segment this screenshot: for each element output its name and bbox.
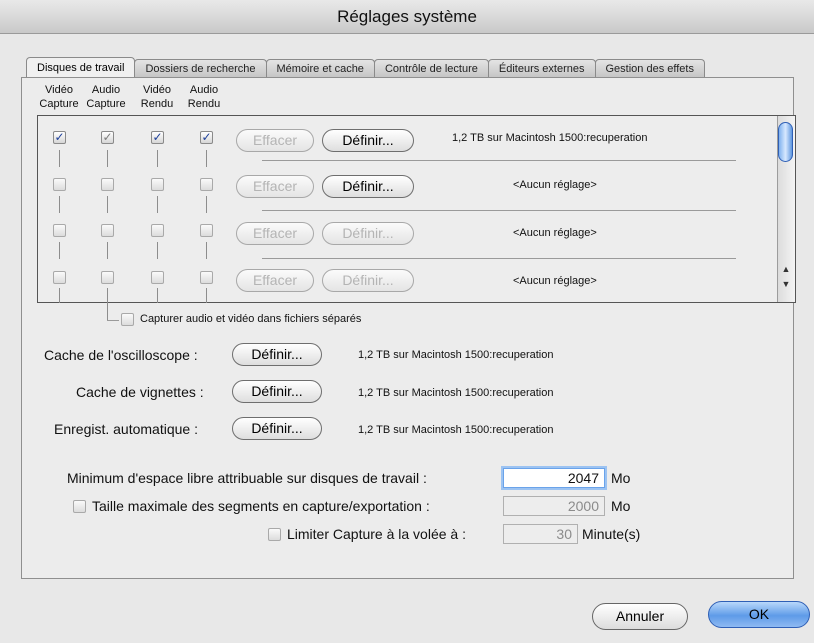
effacer-button[interactable]: Effacer (236, 175, 314, 198)
video-capture-checkbox[interactable] (53, 271, 66, 284)
waveform-cache-path: 1,2 TB sur Macintosh 1500:recuperation (358, 349, 554, 361)
audio-rendu-checkbox[interactable] (200, 224, 213, 237)
audio-rendu-checkbox[interactable] (200, 178, 213, 191)
definir-button[interactable]: Définir... (322, 129, 414, 152)
tab-memoire-et-cache[interactable]: Mémoire et cache (265, 59, 375, 78)
scratch-disk-path: <Aucun réglage> (513, 179, 597, 191)
column-header-line: Audio (91, 84, 121, 96)
scratch-disk-path: <Aucun réglage> (513, 275, 597, 287)
connector-line (59, 196, 60, 213)
tab-gestion-des-effets[interactable]: Gestion des effets (594, 59, 705, 78)
tab-controle-de-lecture[interactable]: Contrôle de lecture (373, 59, 489, 78)
waveform-cache-definir-button[interactable]: Définir... (232, 343, 322, 366)
audio-rendu-checkbox[interactable]: ✓ (200, 131, 213, 144)
definir-button[interactable]: Définir... (322, 175, 414, 198)
column-header-line: Rendu (140, 98, 174, 110)
waveform-cache-label: Cache de l'oscilloscope : (44, 347, 198, 363)
separate-files-label: Capturer audio et vidéo dans fichiers sé… (140, 313, 362, 325)
effacer-button[interactable]: Effacer (236, 129, 314, 152)
column-header-line: Audio (189, 84, 219, 96)
max-segment-checkbox[interactable] (73, 500, 86, 513)
audio-capture-checkbox[interactable] (101, 178, 114, 191)
video-rendu-checkbox[interactable] (151, 224, 164, 237)
definir-button[interactable]: Définir... (322, 269, 414, 292)
audio-capture-checkbox[interactable]: ✓ (101, 131, 114, 144)
row-separator (262, 210, 736, 211)
autosave-definir-button[interactable]: Définir... (232, 417, 322, 440)
limit-capture-label: Limiter Capture à la volée à : (287, 526, 466, 542)
separate-files-checkbox[interactable] (121, 313, 134, 326)
autosave-label: Enregist. automatique : (54, 421, 198, 437)
min-free-space-unit: Mo (611, 470, 631, 486)
connector-line (206, 288, 207, 303)
limit-capture-checkbox[interactable] (268, 528, 281, 541)
column-header-video-capture: Vidéo Capture (35, 83, 83, 111)
limit-capture-input[interactable]: 30 (503, 524, 578, 544)
tab-disques-de-travail[interactable]: Disques de travail (26, 57, 136, 78)
row-separator (262, 160, 736, 161)
scratch-disk-path: <Aucun réglage> (513, 227, 597, 239)
tab-editeurs-externes[interactable]: Éditeurs externes (487, 59, 596, 78)
min-free-space-input[interactable]: 2047 (503, 468, 605, 488)
limit-capture-unit: Minute(s) (582, 526, 641, 542)
audio-capture-checkbox[interactable] (101, 271, 114, 284)
video-capture-checkbox[interactable] (53, 224, 66, 237)
max-segment-input[interactable]: 2000 (503, 496, 605, 516)
connector-line (206, 196, 207, 213)
column-header-video-rendu: Vidéo Rendu (133, 83, 181, 111)
video-rendu-checkbox[interactable] (151, 178, 164, 191)
connector-line (157, 196, 158, 213)
connector-line (59, 150, 60, 167)
thumbnail-cache-definir-button[interactable]: Définir... (232, 380, 322, 403)
max-segment-unit: Mo (611, 498, 631, 514)
tab-dossiers-de-recherche[interactable]: Dossiers de recherche (134, 59, 267, 78)
column-header-line: Capture (86, 98, 126, 110)
video-capture-checkbox[interactable]: ✓ (53, 131, 66, 144)
scratch-disk-path: 1,2 TB sur Macintosh 1500:recuperation (452, 132, 648, 144)
connector-line (107, 288, 108, 320)
video-rendu-checkbox[interactable] (151, 271, 164, 284)
row-separator (262, 258, 736, 259)
audio-rendu-checkbox[interactable] (200, 271, 213, 284)
connector-line (206, 150, 207, 167)
connector-line (107, 320, 119, 321)
scroll-down-arrow-icon[interactable]: ▼ (780, 279, 792, 289)
connector-line (59, 242, 60, 259)
definir-button[interactable]: Définir... (322, 222, 414, 245)
connector-line (59, 288, 60, 303)
connector-line (206, 242, 207, 259)
column-header-line: Vidéo (143, 84, 171, 96)
column-header-line: Rendu (187, 98, 221, 110)
min-free-space-label: Minimum d'espace libre attribuable sur d… (67, 470, 427, 486)
thumbnail-cache-label: Cache de vignettes : (76, 384, 204, 400)
video-capture-checkbox[interactable] (53, 178, 66, 191)
video-rendu-checkbox[interactable]: ✓ (151, 131, 164, 144)
window-title: Réglages système (0, 0, 814, 34)
ok-button[interactable]: OK (708, 601, 810, 628)
connector-line (157, 242, 158, 259)
column-header-line: Capture (39, 98, 79, 110)
column-header-line: Vidéo (45, 84, 73, 96)
column-header-audio-rendu: Audio Rendu (180, 83, 228, 111)
connector-line (157, 288, 158, 303)
autosave-path: 1,2 TB sur Macintosh 1500:recuperation (358, 424, 554, 436)
cancel-button[interactable]: Annuler (592, 603, 688, 630)
max-segment-label: Taille maximale des segments en capture/… (92, 498, 430, 514)
tab-bar: Disques de travail Dossiers de recherche… (26, 57, 705, 78)
effacer-button[interactable]: Effacer (236, 222, 314, 245)
column-header-audio-capture: Audio Capture (82, 83, 130, 111)
scrollbar-thumb[interactable] (778, 122, 793, 162)
thumbnail-cache-path: 1,2 TB sur Macintosh 1500:recuperation (358, 387, 554, 399)
connector-line (107, 150, 108, 167)
connector-line (107, 242, 108, 259)
scroll-up-arrow-icon[interactable]: ▲ (780, 264, 792, 274)
connector-line (107, 196, 108, 213)
effacer-button[interactable]: Effacer (236, 269, 314, 292)
audio-capture-checkbox[interactable] (101, 224, 114, 237)
connector-line (157, 150, 158, 167)
